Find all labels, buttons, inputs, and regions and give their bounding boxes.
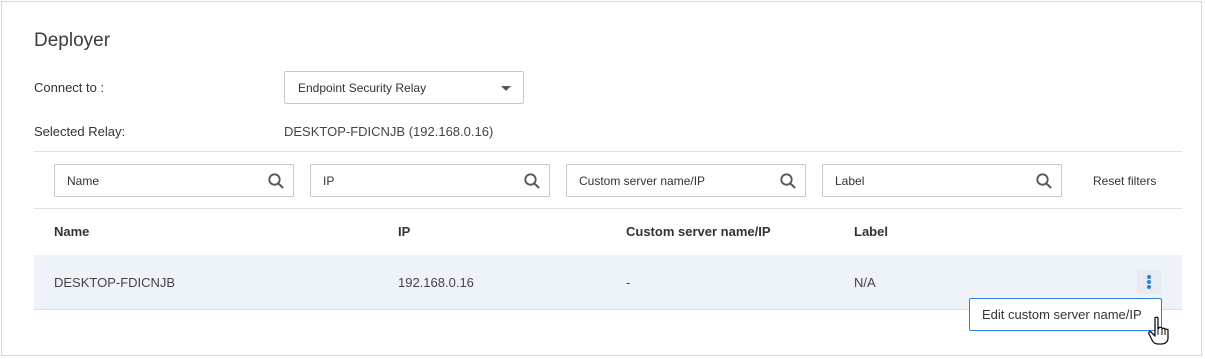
- search-icon[interactable]: [1035, 172, 1053, 190]
- cell-ip: 192.168.0.16: [398, 275, 474, 290]
- column-header-ip[interactable]: IP: [398, 224, 410, 239]
- caret-down-icon: [501, 86, 511, 91]
- kebab-menu-icon: [1147, 275, 1151, 279]
- selected-relay-value: DESKTOP-FDICNJB (192.168.0.16): [284, 124, 494, 139]
- ip-filter-placeholder: IP: [323, 173, 335, 188]
- divider: [34, 151, 1182, 152]
- label-filter-input[interactable]: Label: [822, 164, 1062, 197]
- column-header-label[interactable]: Label: [854, 224, 888, 239]
- page-title: Deployer: [34, 30, 111, 51]
- search-icon[interactable]: [779, 172, 797, 190]
- connect-to-label: Connect to :: [34, 80, 105, 95]
- search-icon[interactable]: [267, 172, 285, 190]
- connect-to-dropdown[interactable]: Endpoint Security Relay: [284, 71, 524, 104]
- name-filter-input[interactable]: Name: [54, 164, 294, 197]
- row-actions-button[interactable]: [1137, 270, 1161, 294]
- ip-filter-input[interactable]: IP: [310, 164, 550, 197]
- cell-custom-server: -: [626, 275, 631, 290]
- name-filter-placeholder: Name: [67, 173, 100, 188]
- column-header-name[interactable]: Name: [54, 224, 89, 239]
- search-icon[interactable]: [523, 172, 541, 190]
- connect-to-selected-value: Endpoint Security Relay: [298, 80, 427, 95]
- label-filter-placeholder: Label: [835, 173, 865, 188]
- custom-server-filter-input[interactable]: Custom server name/IP: [566, 164, 806, 197]
- divider: [34, 208, 1182, 209]
- column-header-custom-server[interactable]: Custom server name/IP: [626, 224, 771, 239]
- cell-name: DESKTOP-FDICNJB: [54, 275, 176, 290]
- hand-pointer-icon: [1148, 316, 1169, 345]
- reset-filters-button[interactable]: Reset filters: [1093, 174, 1156, 188]
- cell-label: N/A: [854, 275, 876, 290]
- custom-server-filter-placeholder: Custom server name/IP: [579, 173, 706, 188]
- edit-custom-server-menu-item[interactable]: Edit custom server name/IP: [969, 298, 1162, 331]
- selected-relay-label: Selected Relay:: [34, 124, 126, 139]
